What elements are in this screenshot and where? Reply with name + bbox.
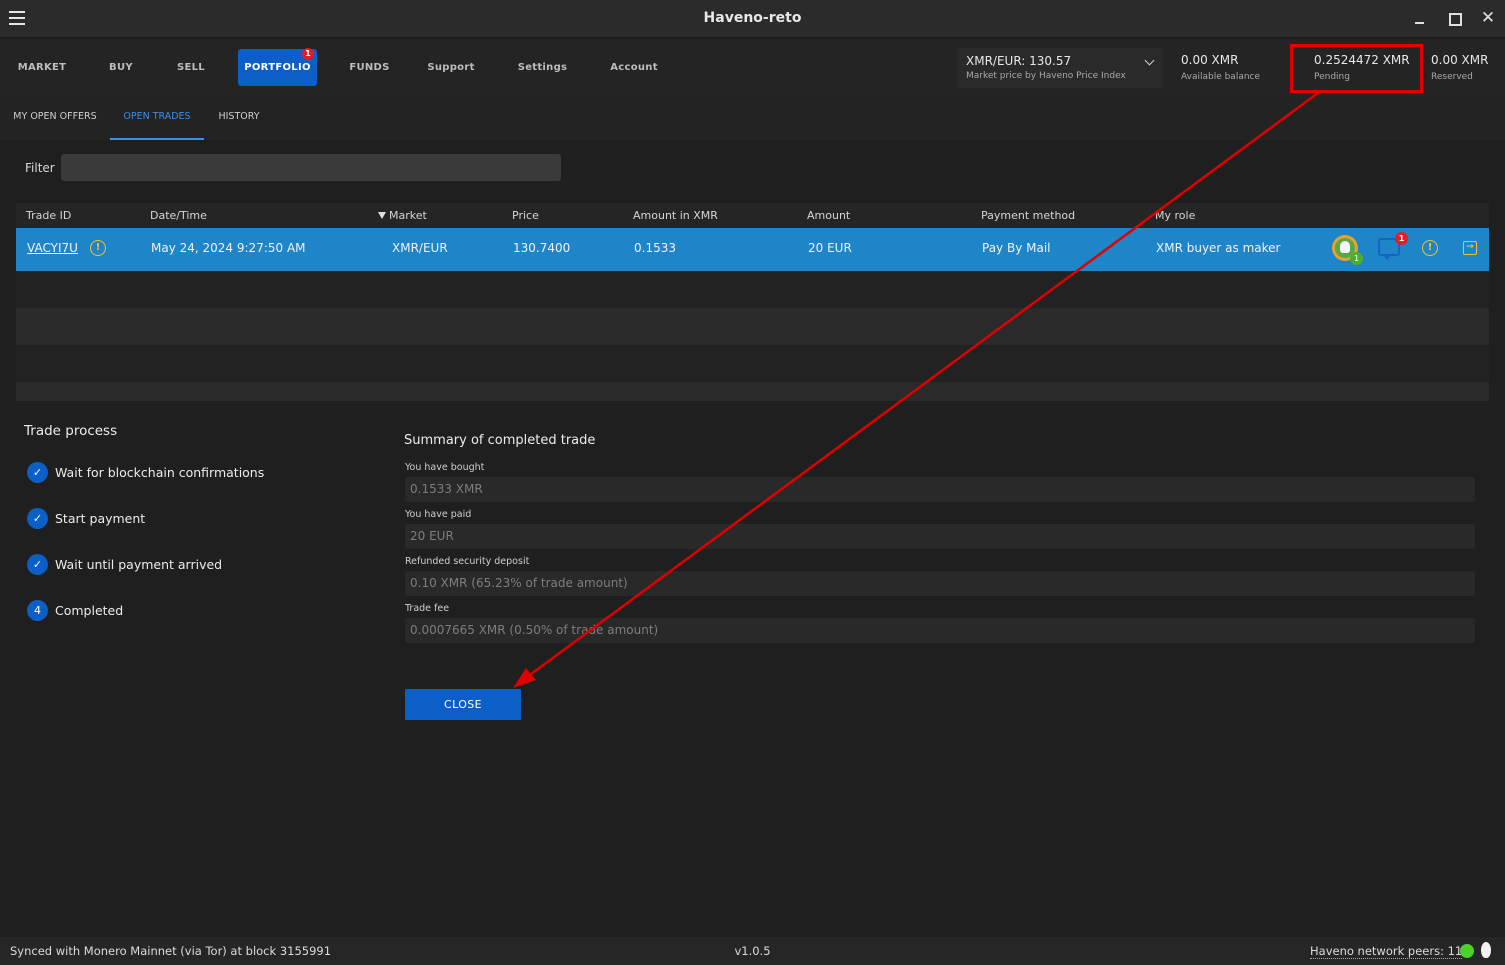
cell-role: XMR buyer as maker	[1156, 241, 1281, 255]
trades-table-header: Trade ID Date/Time Market Price Amount i…	[16, 203, 1489, 228]
field-paid-value: 20 EUR	[410, 529, 454, 543]
market-price-selector[interactable]: XMR/EUR: 130.57 Market price by Haveno P…	[957, 48, 1163, 88]
market-price-source: Market price by Haveno Price Index	[966, 71, 1126, 81]
field-label-fee: Trade fee	[405, 603, 450, 614]
tab-open-trades[interactable]: OPEN TRADES	[110, 96, 204, 140]
warning-icon: !	[90, 240, 106, 256]
nav-account[interactable]: Account	[606, 49, 662, 86]
available-balance: 0.00 XMR Available balance	[1181, 48, 1281, 88]
chat-unread-badge: 1	[1395, 232, 1408, 245]
nav-buy[interactable]: BUY	[101, 49, 141, 86]
field-paid: 20 EUR	[405, 524, 1475, 549]
empty-row	[16, 382, 1489, 401]
nav-sell[interactable]: SELL	[170, 49, 212, 86]
available-balance-label: Available balance	[1181, 72, 1261, 82]
dispute-alert-icon[interactable]: !	[1422, 240, 1438, 256]
cell-price: 130.7400	[513, 241, 571, 255]
close-window-icon[interactable]: ✕	[1479, 9, 1497, 27]
col-amount[interactable]: Amount	[807, 209, 850, 222]
sort-descending-icon	[378, 212, 386, 219]
empty-row	[16, 308, 1489, 345]
reserved-balance-value: 0.00 XMR	[1431, 53, 1489, 67]
available-balance-value: 0.00 XMR	[1181, 53, 1239, 67]
tab-my-open-offers[interactable]: MY OPEN OFFERS	[10, 96, 100, 140]
reserved-balance-label: Reserved	[1431, 72, 1473, 82]
trade-process-title: Trade process	[24, 423, 118, 439]
empty-row	[16, 271, 1489, 308]
check-icon: ✓	[27, 462, 48, 483]
cell-datetime: May 24, 2024 9:27:50 AM	[151, 241, 306, 255]
title-bar: Haveno-reto ✕	[0, 0, 1505, 38]
portfolio-notification-badge: 1	[302, 48, 314, 60]
col-market[interactable]: Market	[378, 209, 427, 222]
tor-icon	[1481, 942, 1491, 958]
col-price[interactable]: Price	[512, 209, 539, 222]
network-peers[interactable]: Haveno network peers: 11	[1310, 944, 1463, 959]
summary-title: Summary of completed trade	[404, 433, 596, 448]
minimize-icon[interactable]	[1411, 9, 1429, 27]
peer-trades-badge: 1	[1350, 252, 1363, 265]
maximize-icon[interactable]	[1445, 9, 1463, 27]
step-number-badge: 4	[27, 600, 48, 621]
field-deposit-value: 0.10 XMR (65.23% of trade amount)	[410, 576, 628, 590]
field-deposit: 0.10 XMR (65.23% of trade amount)	[405, 571, 1475, 596]
open-trade-icon[interactable]: →	[1463, 241, 1477, 255]
field-bought-value: 0.1533 XMR	[410, 482, 483, 496]
field-label-paid: You have paid	[405, 509, 472, 520]
filter-label: Filter	[25, 161, 55, 175]
chevron-down-icon	[1144, 55, 1155, 66]
field-bought: 0.1533 XMR	[405, 477, 1475, 502]
close-button[interactable]: CLOSE	[405, 689, 521, 720]
cell-amount-xmr: 0.1533	[634, 241, 676, 255]
col-amount-xmr[interactable]: Amount in XMR	[633, 209, 718, 222]
nav-portfolio[interactable]: PORTFOLIO 1	[238, 48, 317, 86]
field-fee-value: 0.0007665 XMR (0.50% of trade amount)	[410, 623, 659, 637]
filter-input[interactable]	[61, 154, 561, 181]
table-row[interactable]: VACYI7U ! May 24, 2024 9:27:50 AM XMR/EU…	[16, 228, 1489, 271]
portfolio-subtabs: MY OPEN OFFERS OPEN TRADES HISTORY	[0, 96, 1505, 140]
check-icon: ✓	[27, 508, 48, 529]
empty-row	[16, 345, 1489, 382]
cell-payment-method: Pay By Mail	[982, 241, 1051, 255]
connection-status-icon	[1460, 944, 1474, 958]
tab-history[interactable]: HISTORY	[212, 96, 266, 140]
col-market-label: Market	[389, 209, 427, 222]
col-my-role[interactable]: My role	[1155, 209, 1195, 222]
field-label-deposit: Refunded security deposit	[405, 556, 530, 567]
check-icon: ✓	[27, 554, 48, 575]
reserved-balance: 0.00 XMR Reserved	[1431, 48, 1501, 88]
cell-amount: 20 EUR	[808, 241, 852, 255]
window-title: Haveno-reto	[703, 10, 802, 26]
nav-portfolio-label: PORTFOLIO	[244, 62, 311, 73]
field-label-bought: You have bought	[405, 462, 485, 473]
app-version: v1.0.5	[734, 944, 771, 958]
status-bar: Synced with Monero Mainnet (via Tor) at …	[0, 937, 1505, 965]
step-label: Wait until payment arrived	[55, 557, 223, 572]
peer-avatar-icon[interactable]: 1	[1332, 235, 1363, 265]
nav-funds[interactable]: FUNDS	[344, 49, 395, 86]
nav-market[interactable]: MARKET	[12, 49, 72, 86]
field-fee: 0.0007665 XMR (0.50% of trade amount)	[405, 618, 1475, 643]
step-label: Start payment	[55, 511, 146, 526]
market-price-value: XMR/EUR: 130.57	[966, 54, 1072, 68]
cell-market: XMR/EUR	[392, 241, 448, 255]
nav-settings[interactable]: Settings	[514, 49, 571, 86]
step-label: Wait for blockchain confirmations	[55, 465, 265, 480]
col-trade-id[interactable]: Trade ID	[26, 209, 71, 222]
col-payment-method[interactable]: Payment method	[981, 209, 1075, 222]
annotation-highlight-box	[1290, 44, 1423, 93]
step-label: Completed	[55, 603, 124, 618]
trade-id-link[interactable]: VACYI7U	[27, 241, 78, 255]
col-datetime[interactable]: Date/Time	[150, 209, 207, 222]
nav-support[interactable]: Support	[424, 49, 478, 86]
